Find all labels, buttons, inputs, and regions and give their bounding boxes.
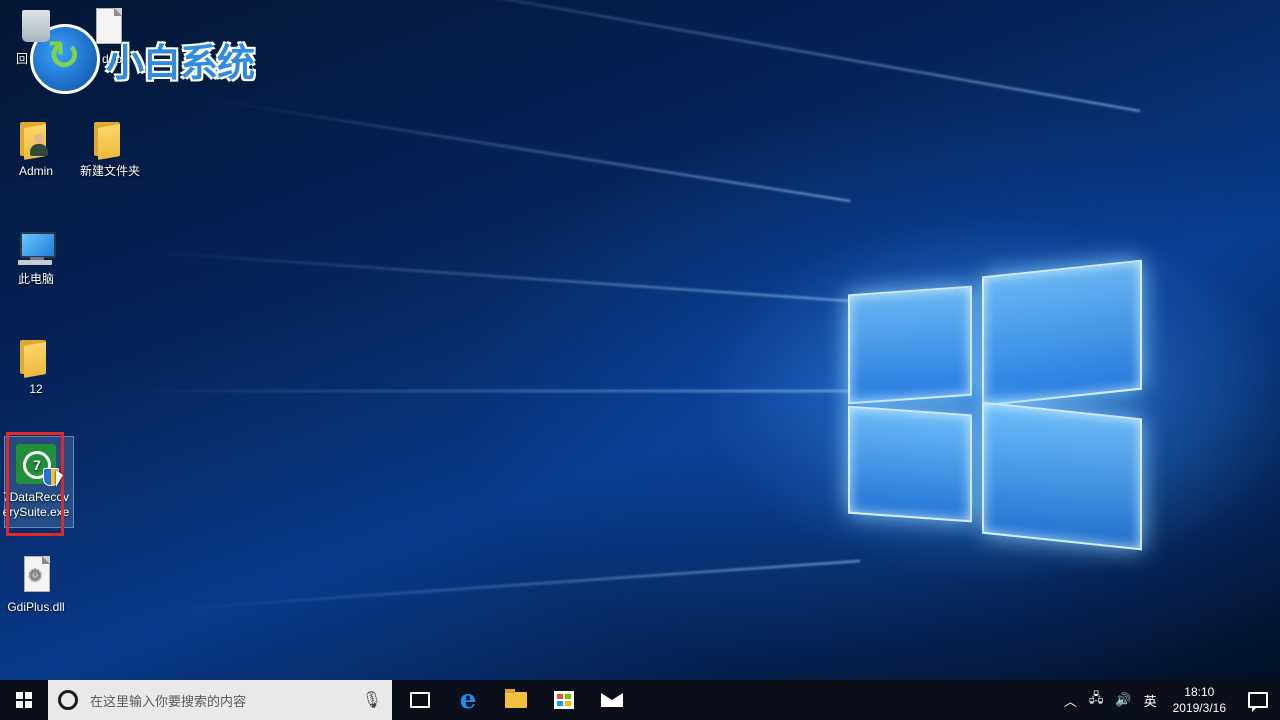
desktop-icon-document[interactable]: d. p [72, 6, 144, 67]
recycle-bin-icon [22, 10, 50, 42]
taskbar: 在这里输入你要搜索的内容 🎙 e ︿ 🖧 🔊 英 18:10 2019/3/16 [0, 680, 1280, 720]
store-button[interactable] [540, 680, 588, 720]
microphone-icon[interactable]: 🎙 [362, 690, 382, 710]
volume-button[interactable]: 🔊 [1109, 680, 1137, 720]
edge-icon: e [459, 685, 477, 715]
icon-label: 新建文件夹 [79, 164, 140, 178]
task-view-button[interactable] [396, 680, 444, 720]
icon-label: 回 [16, 52, 29, 66]
cortana-icon [58, 690, 78, 710]
show-hidden-icons-button[interactable]: ︿ [1058, 680, 1083, 720]
desktop-icon-new-folder[interactable]: 新建文件夹 [74, 118, 146, 179]
desktop-icon-this-pc[interactable]: 此电脑 [0, 226, 72, 287]
desktop-icon-folder-12[interactable]: 12 [0, 336, 72, 397]
ime-button[interactable]: 英 [1138, 680, 1163, 720]
desktop-icon-recycle-bin[interactable]: 回 [0, 6, 72, 67]
icon-label: GdiPlus.dll [7, 600, 65, 614]
icon-label: Admin [18, 164, 53, 178]
folder-icon [98, 124, 120, 160]
store-icon [554, 691, 574, 709]
network-icon: 🖧 [1088, 690, 1104, 705]
file-explorer-button[interactable] [492, 680, 540, 720]
file-explorer-icon [505, 689, 527, 708]
light-beam [207, 98, 851, 202]
clock-time: 18:10 [1184, 685, 1215, 699]
clock-date: 2019/3/16 [1172, 701, 1226, 715]
document-icon [96, 8, 122, 44]
folder-icon [24, 342, 46, 378]
notification-center-button[interactable] [1236, 680, 1280, 720]
task-view-icon [410, 692, 430, 708]
gear-icon: ⚙ [28, 567, 43, 584]
icon-label: d. p [102, 52, 123, 66]
mail-icon [601, 693, 623, 707]
search-box[interactable]: 在这里输入你要搜索的内容 🎙 [48, 680, 392, 720]
light-beam [120, 390, 850, 392]
logo-pane-bottom-right [982, 401, 1142, 551]
edge-button[interactable]: e [444, 680, 492, 720]
notification-icon [1248, 692, 1268, 712]
logo-pane-top-left [848, 285, 972, 405]
light-beam [151, 251, 851, 302]
mail-button[interactable] [588, 680, 636, 720]
desktop-icon-admin[interactable]: Admin [0, 118, 72, 179]
chevron-up-icon: ︿ [1063, 693, 1077, 709]
desktop-icon-gdiplus-dll[interactable]: ⚙ GdiPlus.dll [0, 554, 72, 615]
system-tray: ︿ 🖧 🔊 英 18:10 2019/3/16 [1058, 680, 1280, 720]
light-beam [181, 560, 861, 610]
computer-icon [20, 232, 56, 258]
search-placeholder: 在这里输入你要搜索的内容 [90, 693, 247, 709]
clock[interactable]: 18:10 2019/3/16 [1163, 684, 1236, 716]
speaker-icon: 🔊 [1115, 692, 1132, 707]
windows-logo-icon [16, 692, 32, 708]
start-button[interactable] [0, 680, 48, 720]
user-icon [34, 134, 44, 144]
logo-pane-bottom-left [848, 405, 972, 523]
ime-indicator: 英 [1143, 693, 1157, 709]
icon-label: 12 [29, 382, 43, 396]
logo-pane-top-right [982, 259, 1142, 407]
mouse-cursor [56, 470, 63, 487]
light-beam [273, 0, 1141, 112]
desktop[interactable]: 小白系统 回 d. p Admin 新建文件夹 此电脑 [0, 0, 1280, 680]
network-button[interactable]: 🖧 [1083, 680, 1110, 720]
icon-label: 此电脑 [17, 272, 54, 286]
